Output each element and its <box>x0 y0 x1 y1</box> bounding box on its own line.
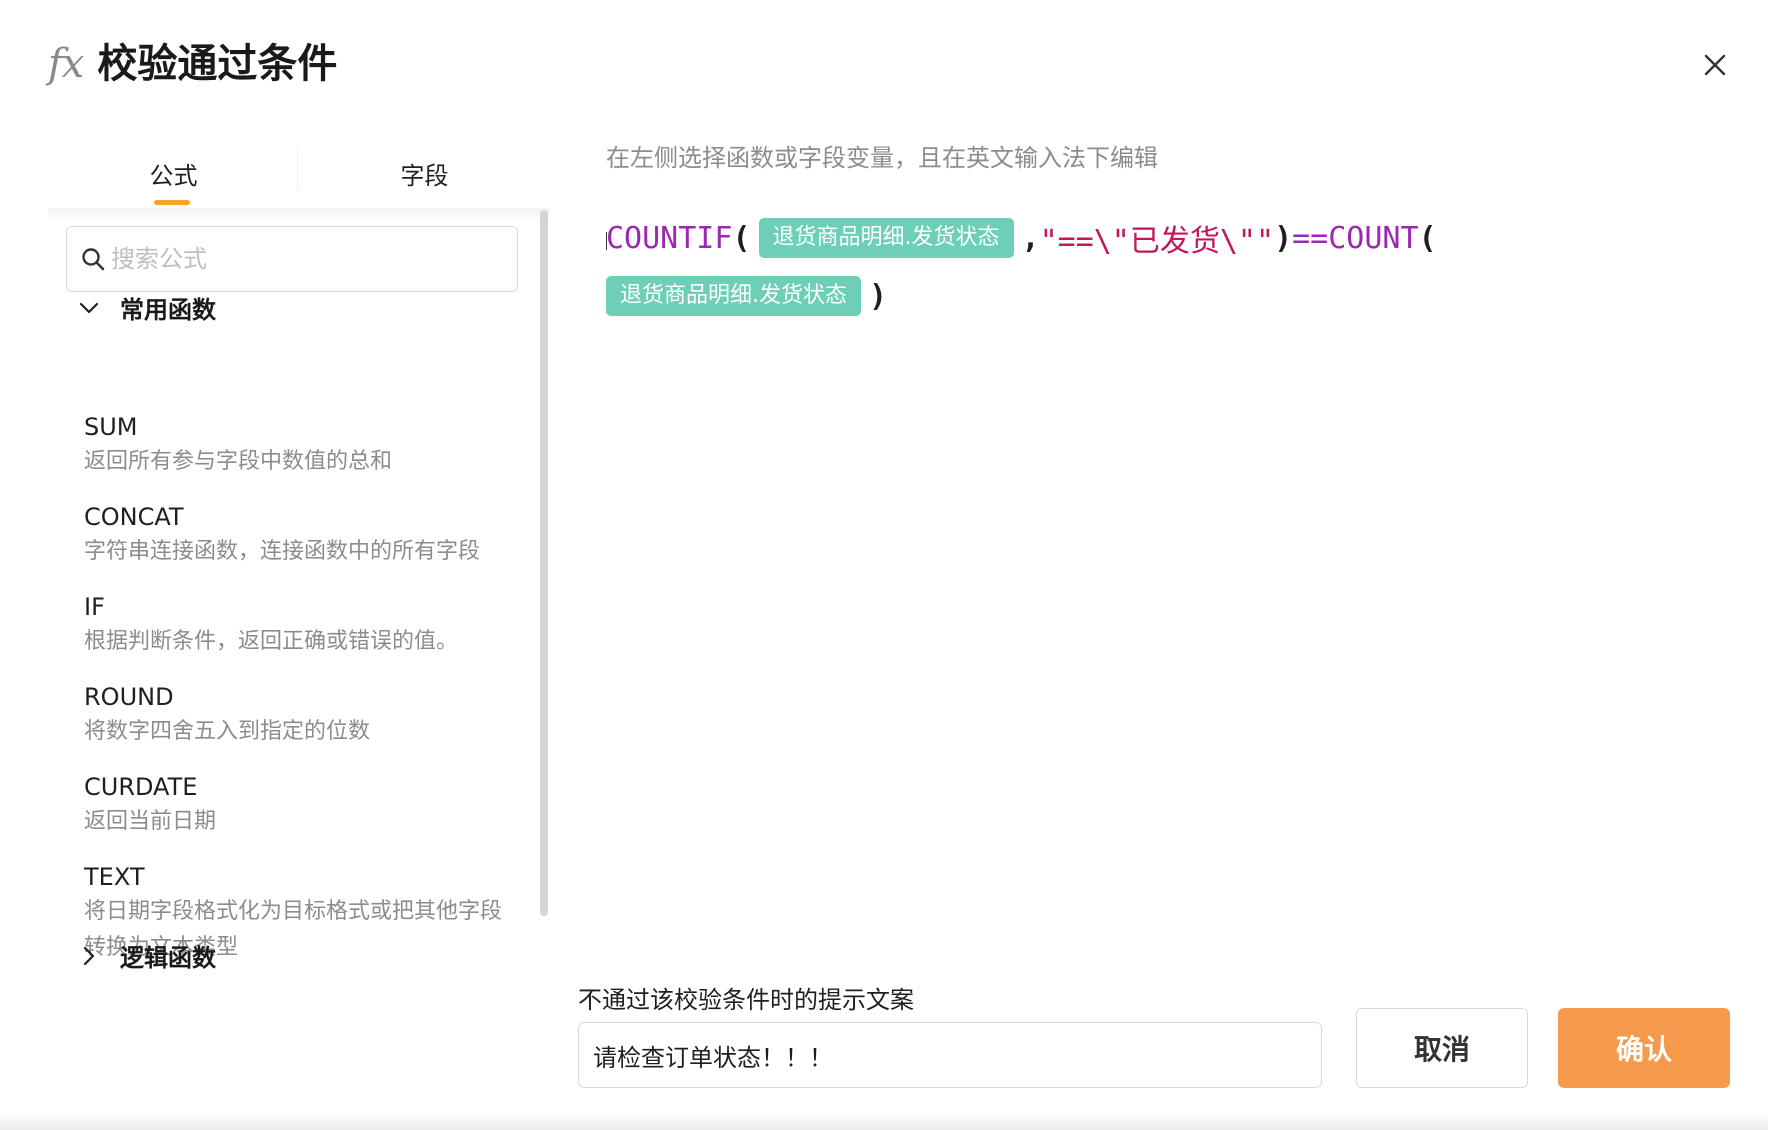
message-label: 不通过该校验条件时的提示文案 <box>578 986 914 1014</box>
token-operator: == <box>1292 220 1329 256</box>
function-desc: 返回当前日期 <box>84 809 217 834</box>
fx-icon: fx <box>48 41 84 87</box>
chevron-down-icon <box>79 302 99 313</box>
token-close-paren: ) <box>869 278 888 314</box>
function-list: SUM 返回所有参与字段中数值的总和 CONCAT 字符串连接函数，连接函数中的… <box>84 410 504 986</box>
function-name: TEXT <box>84 863 145 891</box>
field-tag[interactable]: 退货商品明细.发货状态 <box>606 276 861 316</box>
group-label: 逻辑函数 <box>120 944 216 972</box>
token-comma: , <box>1021 220 1040 256</box>
text-caret <box>606 232 607 250</box>
message-input[interactable] <box>578 1022 1322 1088</box>
function-item-if[interactable]: IF 根据判断条件，返回正确或错误的值。 <box>84 590 504 660</box>
formula-dialog: fx 校验通过条件 公式 字段 常用函数 <box>0 0 1768 1130</box>
function-item-round[interactable]: ROUND 将数字四舍五入到指定的位数 <box>84 680 504 750</box>
function-item-curdate[interactable]: CURDATE 返回当前日期 <box>84 770 504 840</box>
field-tag[interactable]: 退货商品明细.发货状态 <box>758 218 1014 258</box>
tab-shadow <box>48 208 550 222</box>
function-name: SUM <box>84 413 138 441</box>
search-box[interactable] <box>66 226 518 292</box>
tab-formula[interactable]: 公式 <box>48 120 299 208</box>
function-name: ROUND <box>84 683 174 711</box>
token-function-count: COUNT <box>1328 220 1419 256</box>
function-desc: 返回所有参与字段中数值的总和 <box>84 449 393 474</box>
token-string-literal: "==\"已发货\"" <box>1039 224 1275 259</box>
token-open-paren: ( <box>1418 220 1437 256</box>
function-list-scrollbar[interactable] <box>540 210 548 916</box>
confirm-button[interactable]: 确认 <box>1558 1008 1730 1088</box>
dialog-header: fx 校验通过条件 <box>48 34 337 94</box>
formula-editor[interactable]: COUNTIF ( 退货商品明细.发货状态 , "==\"已发货\"" ) ==… <box>606 210 1736 910</box>
function-name: IF <box>84 593 105 621</box>
dialog-title: 校验通过条件 <box>97 41 338 87</box>
code-line-1: COUNTIF ( 退货商品明细.发货状态 , "==\"已发货\"" ) ==… <box>606 210 1736 266</box>
token-function-countif: COUNTIF <box>606 220 733 256</box>
function-name: CONCAT <box>84 503 184 531</box>
tab-bar: 公式 字段 <box>48 120 550 208</box>
code-line-2: 退货商品明细.发货状态 ) <box>606 268 1736 324</box>
group-common-functions[interactable]: 常用函数 <box>74 290 216 325</box>
editor-hint: 在左侧选择函数或字段变量，且在英文输入法下编辑 <box>606 144 1158 172</box>
chevron-right-icon <box>83 946 95 965</box>
group-label: 常用函数 <box>120 296 216 324</box>
tab-field[interactable]: 字段 <box>299 120 550 208</box>
token-open-paren: ( <box>732 220 751 256</box>
close-icon <box>1704 54 1726 76</box>
active-tab-indicator <box>154 200 190 205</box>
cancel-button[interactable]: 取消 <box>1356 1008 1528 1088</box>
function-desc: 根据判断条件，返回正确或错误的值。 <box>84 629 459 654</box>
function-item-sum[interactable]: SUM 返回所有参与字段中数值的总和 <box>84 410 504 480</box>
function-name: CURDATE <box>84 773 198 801</box>
tab-divider <box>297 150 298 190</box>
function-item-concat[interactable]: CONCAT 字符串连接函数，连接函数中的所有字段 <box>84 500 504 570</box>
close-button[interactable] <box>1692 42 1738 88</box>
token-close-paren: ) <box>1274 220 1293 256</box>
function-panel: 公式 字段 常用函数 SUM 返回所有参与字段中数值的总和 <box>48 120 550 1130</box>
search-icon <box>82 248 105 271</box>
group-logic-functions[interactable]: 逻辑函数 <box>74 938 216 973</box>
function-desc: 将数字四舍五入到指定的位数 <box>84 719 371 744</box>
bottom-shade <box>0 1112 1768 1130</box>
function-desc: 字符串连接函数，连接函数中的所有字段 <box>84 539 481 564</box>
search-input[interactable] <box>111 245 491 273</box>
